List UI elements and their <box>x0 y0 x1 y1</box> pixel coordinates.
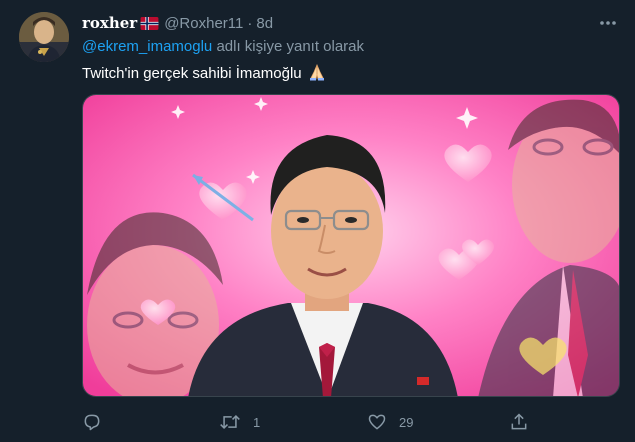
more-options-button[interactable] <box>597 14 619 32</box>
separator-dot: · <box>247 14 253 32</box>
display-name[interactable]: roxher <box>82 14 137 32</box>
norway-flag-icon <box>140 16 159 30</box>
retweet-count: 1 <box>253 414 261 430</box>
tweet-text: Twitch'in gerçek sahibi İmamoğlu <box>82 63 326 85</box>
media-illustration <box>83 95 619 396</box>
more-icon <box>600 21 616 25</box>
replying-to-label: adlı kişiye yanıt olarak <box>212 38 365 55</box>
tweet-media-image[interactable] <box>82 94 620 397</box>
share-button[interactable] <box>509 409 541 435</box>
heart-icon <box>368 414 386 430</box>
reply-icon <box>84 414 100 431</box>
reply-button[interactable] <box>82 409 114 435</box>
share-icon <box>511 413 527 430</box>
avatar-image <box>19 12 69 62</box>
retweet-button[interactable]: 1 <box>219 409 260 435</box>
timestamp[interactable]: 8d <box>256 15 273 32</box>
replying-to: @ekrem_imamoglu adlı kişiye yanıt olarak <box>82 38 364 55</box>
retweet-icon <box>220 414 240 430</box>
mention-link[interactable]: @ekrem_imamoglu <box>82 38 212 55</box>
folded-hands-icon <box>308 63 326 85</box>
tweet[interactable]: roxher @Roxher11 · 8d @ekrem_imamoglu ad… <box>0 0 635 442</box>
like-button[interactable]: 29 <box>367 409 413 435</box>
handle[interactable]: @Roxher11 <box>164 15 243 32</box>
avatar[interactable] <box>19 12 69 62</box>
tweet-header: roxher @Roxher11 · 8d <box>82 14 273 32</box>
like-count: 29 <box>399 414 414 430</box>
tweet-actions: 1 29 <box>82 409 620 435</box>
tweet-body: Twitch'in gerçek sahibi İmamoğlu <box>82 65 302 82</box>
